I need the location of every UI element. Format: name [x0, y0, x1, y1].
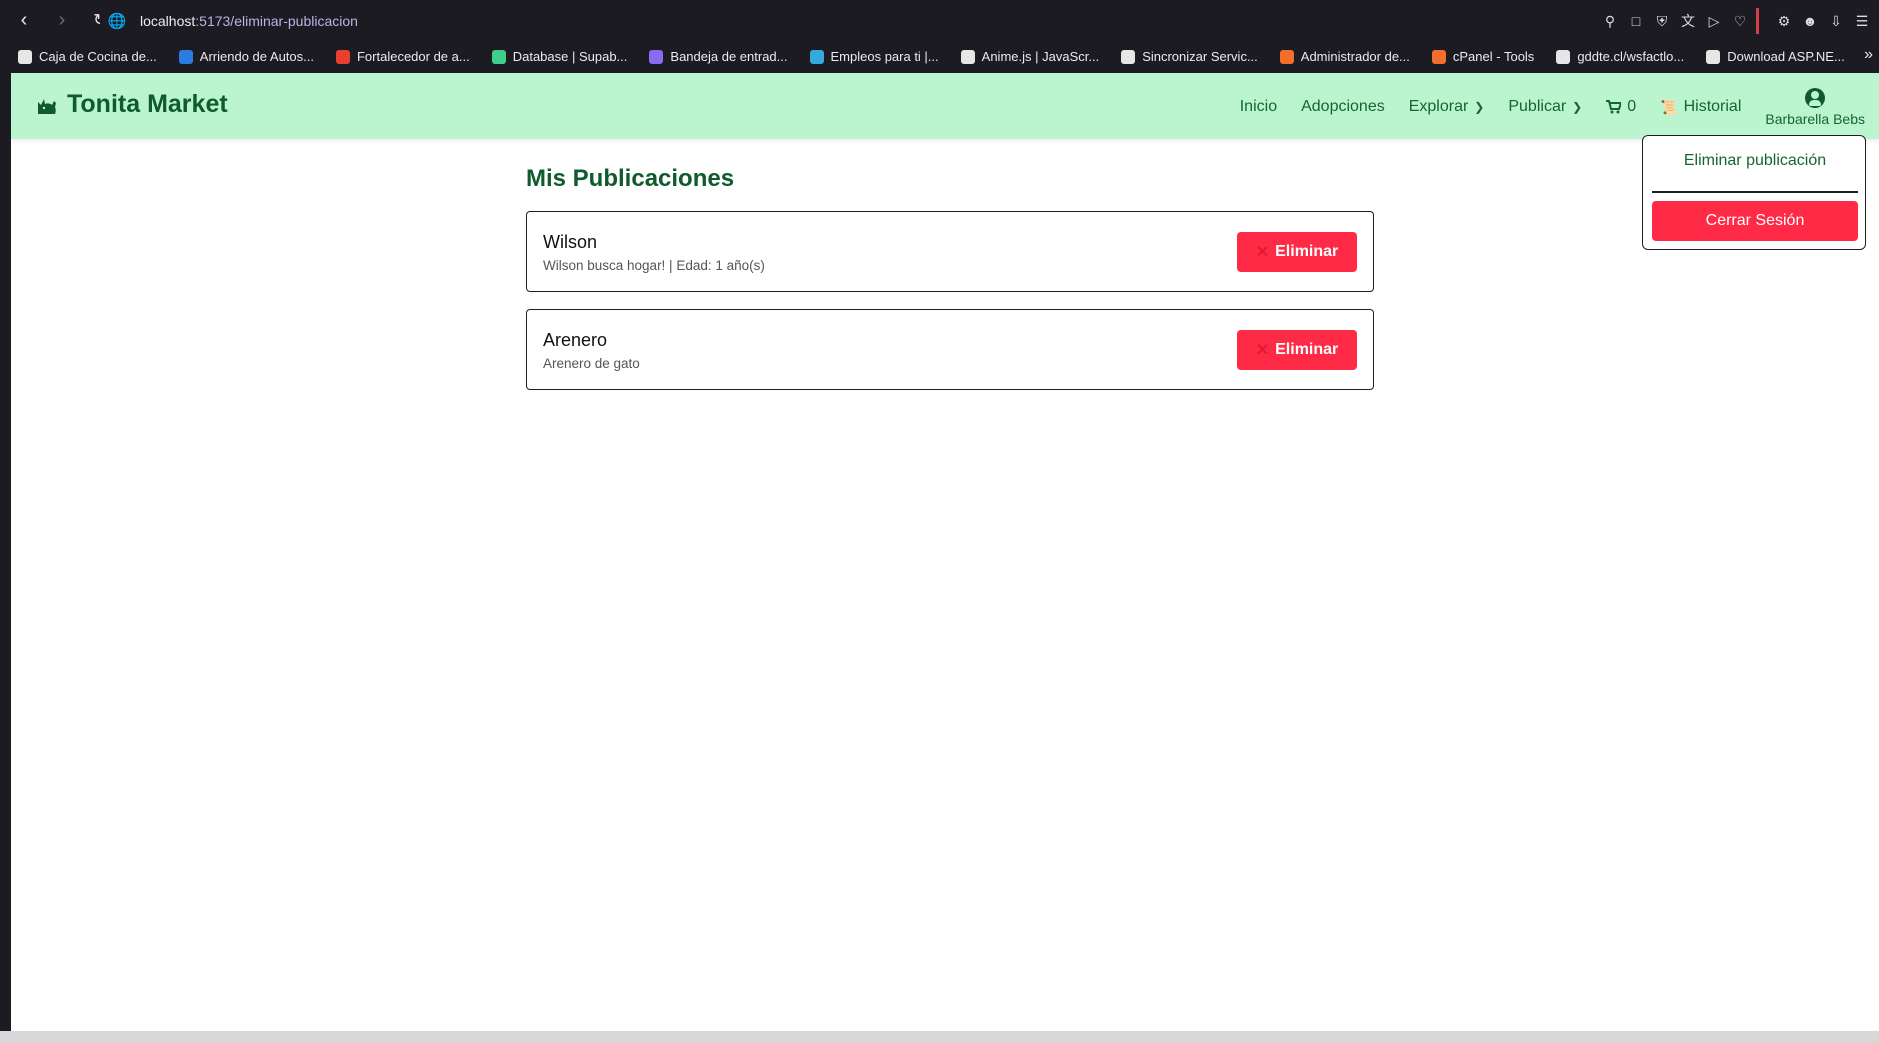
pin-icon[interactable]: ⚲	[1601, 12, 1619, 30]
logout-button[interactable]: Cerrar Sesión	[1652, 201, 1858, 241]
bookmarks-bar: Caja de Cocina de... Arriendo de Autos...…	[0, 40, 1879, 73]
back-icon[interactable]: ‹	[10, 6, 38, 34]
user-name: Barbarella Bebs	[1765, 110, 1865, 127]
chevron-down-icon: ❯	[1572, 100, 1583, 114]
bookmark-item[interactable]: Caja de Cocina de...	[18, 49, 157, 64]
bookmark-label: cPanel - Tools	[1452, 49, 1535, 64]
shield-icon[interactable]: ⛨	[1653, 12, 1671, 30]
bookmark-item[interactable]: gddte.cl/wsfactlo...	[1556, 49, 1684, 64]
bookmark-label: Fortalecedor de a...	[356, 49, 470, 64]
download-icon[interactable]: ⇩	[1827, 12, 1845, 30]
url-text: localhost:5173/eliminar-publicacion	[140, 13, 358, 29]
bookmark-favicon-icon	[1121, 49, 1136, 64]
nav-links: Inicio Adopciones Explorar ❯ Publicar ❯ 0 …	[1216, 81, 1865, 133]
bookmark-favicon-icon	[809, 49, 824, 64]
cart-count: 0	[1627, 98, 1637, 115]
bookmark-item[interactable]: Fortalecedor de a...	[335, 49, 470, 64]
publication-description: Wilson busca hogar! | Edad: 1 año(s)	[543, 258, 765, 273]
bookmark-label: Download ASP.NE...	[1727, 49, 1845, 64]
dropdown-divider	[1652, 191, 1858, 193]
bookmark-label: Database | Supab...	[512, 49, 628, 64]
bookmark-item[interactable]: Anime.js | JavaScr...	[960, 49, 1100, 64]
bookmark-label: gddte.cl/wsfactlo...	[1577, 49, 1685, 64]
scroll-icon: 📜	[1660, 98, 1678, 115]
bookmark-favicon-icon	[1431, 49, 1446, 64]
publication-card: Arenero Arenero de gato ✕ Eliminar	[526, 309, 1374, 390]
nav-inicio[interactable]: Inicio	[1240, 98, 1277, 116]
delete-button-label: Eliminar	[1275, 243, 1339, 260]
delete-button[interactable]: ✕ Eliminar	[1237, 232, 1357, 272]
url-field[interactable]: 🌐 localhost:5173/eliminar-publicacion	[100, 6, 1764, 36]
dropdown-item-eliminar-publicacion[interactable]: Eliminar publicación	[1643, 152, 1867, 170]
cart-icon	[1606, 100, 1622, 114]
status-bar	[0, 1031, 1879, 1043]
nav-cart[interactable]: 0	[1606, 98, 1636, 116]
close-icon: ✕	[1255, 342, 1270, 359]
cat-icon	[38, 98, 56, 114]
bookmark-label: Sincronizar Servic...	[1142, 49, 1258, 64]
nav-adopciones[interactable]: Adopciones	[1301, 98, 1385, 116]
account-icon[interactable]: ☻	[1801, 12, 1819, 30]
translate-icon[interactable]: 文	[1679, 12, 1697, 30]
publication-card: Wilson Wilson busca hogar! | Edad: 1 año…	[526, 211, 1374, 292]
bookmark-label: Arriendo de Autos...	[199, 49, 314, 64]
bookmark-favicon-icon	[960, 49, 975, 64]
navbar: Tonita Market Inicio Adopciones Explorar…	[11, 73, 1879, 139]
nav-explorar[interactable]: Explorar ❯	[1409, 98, 1485, 116]
bookmark-favicon-icon	[649, 49, 664, 64]
user-menu-toggle[interactable]: Barbarella Bebs	[1765, 87, 1865, 127]
bookmark-label: Caja de Cocina de...	[39, 49, 157, 64]
nav-historial-label: Historial	[1683, 98, 1742, 115]
screenshot-icon[interactable]: □	[1627, 12, 1645, 30]
bookmark-favicon-icon	[491, 49, 506, 64]
chevron-down-icon: ❯	[1474, 100, 1485, 114]
delete-button[interactable]: ✕ Eliminar	[1237, 330, 1357, 370]
bookmark-label: Empleos para ti |...	[830, 49, 939, 64]
toolbar-icons: ⚲ □ ⛨ 文 ▷ ♡ ⚙ ☻ ⇩ ☰	[1601, 6, 1871, 36]
page-title: Mis Publicaciones	[526, 165, 735, 192]
bookmark-favicon-icon	[335, 49, 350, 64]
nav-explorar-label: Explorar	[1408, 98, 1469, 115]
user-dropdown: Eliminar publicación Cerrar Sesión	[1642, 135, 1866, 250]
publication-name: Wilson	[543, 232, 598, 252]
bookmark-item[interactable]: Sincronizar Servic...	[1121, 49, 1258, 64]
nav-publicar[interactable]: Publicar ❯	[1508, 98, 1582, 116]
window-edge	[0, 73, 11, 1043]
forward-icon[interactable]: ›	[48, 6, 76, 34]
publication-description: Arenero de gato	[543, 356, 640, 371]
globe-icon: 🌐	[107, 13, 127, 30]
bookmark-favicon-icon	[1279, 49, 1294, 64]
bookmark-favicon-icon	[1556, 49, 1571, 64]
bookmark-item[interactable]: Administrador de...	[1279, 49, 1410, 64]
bookmark-item[interactable]: Bandeja de entrad...	[649, 49, 788, 64]
bookmark-label: Bandeja de entrad...	[670, 49, 788, 64]
delete-button-label: Eliminar	[1275, 341, 1339, 358]
browser-chrome: ‹ › ↻ 🌐 localhost:5173/eliminar-publicac…	[0, 0, 1879, 73]
bookmarks-overflow-icon[interactable]: »	[1864, 46, 1873, 64]
user-icon	[1805, 87, 1826, 108]
extensions-icon[interactable]: ⚙	[1775, 12, 1793, 30]
brand-name: Tonita Market	[67, 90, 228, 118]
bookmark-item[interactable]: Arriendo de Autos...	[178, 49, 314, 64]
bookmark-item[interactable]: Download ASP.NE...	[1706, 49, 1845, 64]
bookmark-label: Anime.js | JavaScr...	[981, 49, 1100, 64]
nav-historial[interactable]: 📜 Historial	[1660, 98, 1741, 116]
bookmark-item[interactable]: cPanel - Tools	[1431, 49, 1535, 64]
bookmark-favicon-icon	[1706, 49, 1721, 64]
bookmark-label: Administrador de...	[1300, 49, 1410, 64]
play-icon[interactable]: ▷	[1705, 12, 1723, 30]
brand-link[interactable]: Tonita Market	[35, 90, 228, 119]
url-row: ‹ › ↻ 🌐 localhost:5173/eliminar-publicac…	[0, 0, 1879, 40]
bookmark-item[interactable]: Database | Supab...	[491, 49, 628, 64]
page: Tonita Market Inicio Adopciones Explorar…	[11, 73, 1879, 1031]
bookmark-favicon-icon	[178, 49, 193, 64]
publication-name: Arenero	[543, 330, 608, 350]
close-icon: ✕	[1255, 244, 1270, 261]
nav-publicar-label: Publicar	[1508, 98, 1567, 115]
bookmark-favicon-icon	[18, 49, 32, 64]
heart-icon[interactable]: ♡	[1731, 12, 1749, 30]
bookmark-item[interactable]: Empleos para ti |...	[809, 49, 939, 64]
menu-icon[interactable]: ☰	[1853, 12, 1871, 30]
